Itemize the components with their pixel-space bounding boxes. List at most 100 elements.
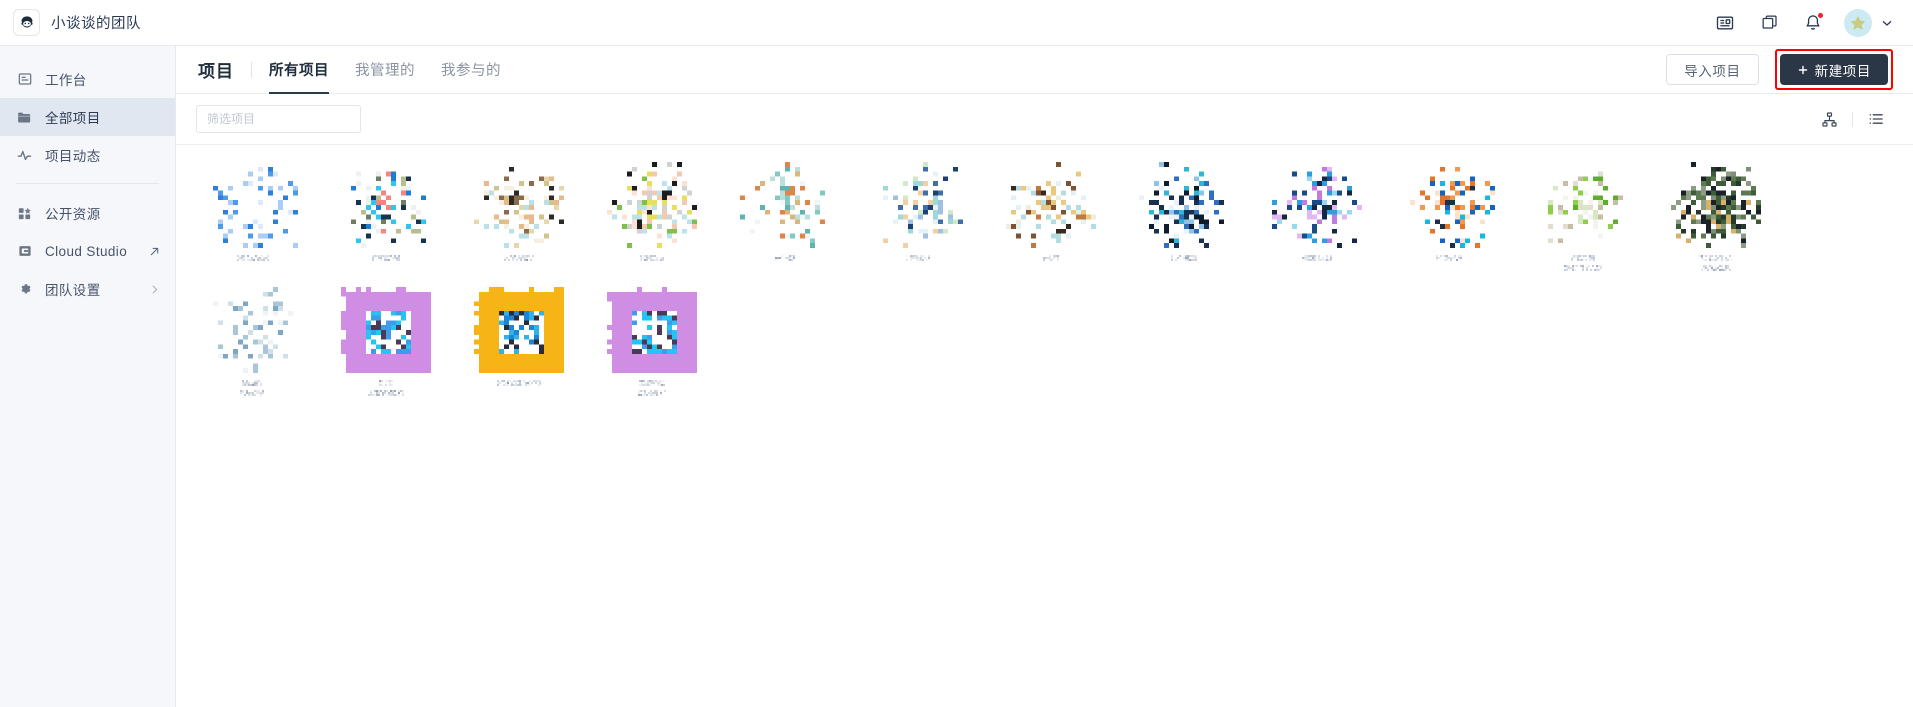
- project-name-line: [1435, 255, 1464, 261]
- news-feed-icon[interactable]: [1703, 0, 1747, 46]
- create-project-button[interactable]: 新建项目: [1779, 54, 1888, 85]
- project-card[interactable]: [1393, 162, 1506, 271]
- project-name-line: [1563, 265, 1602, 271]
- apps-copy-icon[interactable]: [1747, 0, 1791, 46]
- project-card[interactable]: [1526, 162, 1639, 271]
- project-thumbnail: [1537, 162, 1628, 248]
- top-header: 小谈谈的团队: [0, 0, 1913, 46]
- sidebar-item-workbench[interactable]: 工作台: [0, 60, 175, 98]
- project-name-redacted: [1526, 255, 1639, 271]
- tab-bar: 项目 所有项目 我管理的 我参与的 导入项目 新建项目: [176, 46, 1913, 94]
- create-project-label: 新建项目: [1814, 63, 1871, 79]
- project-name-redacted: [861, 255, 974, 261]
- project-name-line: [371, 255, 400, 261]
- page-title: 项目: [198, 62, 234, 81]
- project-card[interactable]: [595, 287, 708, 396]
- tab-all-projects[interactable]: 所有项目: [269, 46, 329, 94]
- create-project-annotation: 新建项目: [1774, 49, 1893, 90]
- project-card[interactable]: [196, 162, 309, 271]
- star-avatar: [1844, 8, 1872, 37]
- sidebar-item-label: Cloud Studio: [45, 243, 128, 259]
- notification-badge-dot: [1817, 11, 1824, 19]
- sidebar-item-cloud-studio[interactable]: Cloud Studio: [0, 232, 175, 270]
- project-name-line: [1301, 255, 1332, 261]
- chevron-right-icon: [148, 283, 161, 296]
- view-toggle-group: [1812, 104, 1893, 134]
- project-thumbnail: [1005, 162, 1096, 248]
- import-project-button[interactable]: 导入项目: [1666, 54, 1759, 85]
- filter-toolbar: [176, 94, 1913, 145]
- project-name-redacted: [1659, 255, 1772, 271]
- project-thumbnail: [473, 162, 564, 248]
- project-card[interactable]: [462, 287, 575, 396]
- notification-bell-icon[interactable]: [1791, 0, 1835, 46]
- project-name-redacted: [994, 255, 1107, 261]
- project-card[interactable]: [329, 162, 442, 271]
- project-name-line: [241, 380, 264, 386]
- project-card[interactable]: [994, 162, 1107, 271]
- tab-participating[interactable]: 我参与的: [441, 46, 501, 93]
- search-box[interactable]: [196, 105, 362, 133]
- activity-pulse-icon: [16, 147, 33, 164]
- project-name-line: [236, 255, 269, 261]
- project-thumbnail: [1404, 162, 1495, 248]
- search-input[interactable]: [207, 112, 362, 126]
- project-card[interactable]: [196, 287, 309, 396]
- gear-icon: [16, 281, 33, 298]
- header-icon-group: [1703, 0, 1895, 46]
- project-name-line: [503, 255, 534, 261]
- project-card[interactable]: [1260, 162, 1373, 271]
- sidebar-item-all-projects[interactable]: 全部项目: [0, 98, 175, 136]
- project-name-line: [638, 380, 665, 386]
- main-content: 项目 所有项目 我管理的 我参与的 导入项目 新建项目 筛选项目: [176, 46, 1913, 707]
- project-name-line: [239, 390, 266, 396]
- project-name-redacted: [196, 255, 309, 261]
- project-name-line: [1170, 255, 1197, 261]
- sidebar-item-team-settings[interactable]: 团队设置: [0, 270, 175, 308]
- hierarchy-tree-icon[interactable]: [1812, 104, 1846, 134]
- project-card[interactable]: [1659, 162, 1772, 271]
- workbench-icon: [16, 71, 33, 88]
- title-separator: [251, 61, 252, 78]
- project-name-line: [1700, 265, 1731, 271]
- project-name-redacted: [329, 380, 442, 396]
- sidebar-item-public-resources[interactable]: 公开资源: [0, 194, 175, 232]
- project-name-line: [496, 380, 541, 386]
- project-card[interactable]: [1127, 162, 1240, 271]
- project-card[interactable]: [462, 162, 575, 271]
- project-thumbnail: [739, 162, 830, 248]
- project-card[interactable]: [595, 162, 708, 271]
- project-thumbnail: [606, 287, 697, 373]
- chevron-down-icon: [1882, 20, 1892, 26]
- project-name-line: [639, 255, 664, 261]
- brand[interactable]: 小谈谈的团队: [13, 9, 141, 36]
- list-view-icon[interactable]: [1859, 104, 1893, 134]
- external-link-icon: [148, 245, 161, 258]
- sidebar-item-project-activity[interactable]: 项目动态: [0, 136, 175, 174]
- view-separator: [1852, 111, 1853, 127]
- sidebar-divider: [16, 183, 159, 184]
- account-menu[interactable]: [1844, 8, 1895, 37]
- tab-label: 所有项目: [269, 63, 329, 79]
- project-card[interactable]: [329, 287, 442, 396]
- sidebar: 工作台 全部项目 项目动态 公开资源 Cloud Studio 团队设置: [0, 46, 176, 707]
- project-card[interactable]: [728, 162, 841, 271]
- app-root: 小谈谈的团队 工作台 全部项目 项目动态 公开资源 Cloud Studio 团…: [0, 0, 1913, 707]
- project-card[interactable]: [861, 162, 974, 271]
- project-name-line: [1698, 255, 1733, 261]
- tab-managed-by-me[interactable]: 我管理的: [355, 46, 415, 93]
- project-thumbnail: [1670, 162, 1761, 248]
- plus-icon: [1798, 65, 1807, 74]
- project-grid: [196, 162, 1893, 412]
- project-name-redacted: [462, 380, 575, 386]
- project-thumbnail: [473, 287, 564, 373]
- project-name-redacted: [462, 255, 575, 261]
- project-name-line: [378, 380, 393, 386]
- sidebar-item-label: 全部项目: [45, 111, 101, 126]
- tab-group: 所有项目 我管理的 我参与的: [269, 46, 501, 94]
- team-face-logo-icon: [13, 9, 40, 36]
- project-name-line: [905, 255, 930, 261]
- project-name-redacted: [728, 255, 841, 261]
- project-name-line: [774, 255, 795, 261]
- tabbar-actions: 导入项目 新建项目: [1666, 49, 1893, 90]
